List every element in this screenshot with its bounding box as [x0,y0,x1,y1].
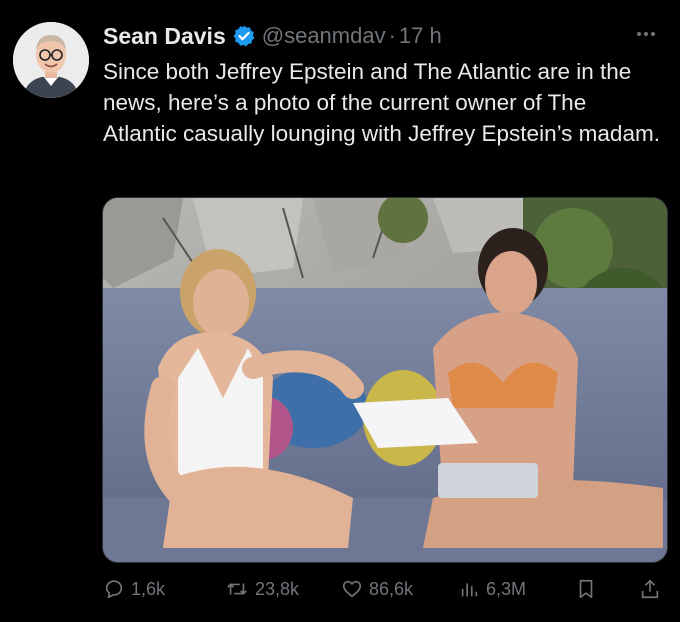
timestamp[interactable]: 17 h [399,23,442,49]
share-button[interactable] [639,572,667,606]
repost-icon [227,583,247,595]
more-horizontal-icon[interactable] [632,26,660,42]
author-handle[interactable]: @seanmdav [262,23,386,49]
like-count: 86,6k [369,578,414,599]
reply-icon [105,580,123,599]
separator-dot: · [388,23,396,48]
share-icon [641,579,659,599]
views-button[interactable]: 6,3M [458,572,526,606]
bookmark-button[interactable] [575,572,603,606]
action-bar: 1,6k 23,8k 86,6k 6,3M [103,572,667,606]
author-display-name[interactable]: Sean Davis [103,23,226,50]
views-icon [461,583,478,597]
reply-count: 1,6k [131,578,166,599]
verified-badge-icon [232,24,256,48]
like-button[interactable]: 86,6k [341,572,413,606]
like-icon [342,580,362,598]
tweet[interactable]: Sean Davis @seanmdav · 17 h Since both J… [0,0,680,622]
views-count: 6,3M [486,578,527,599]
avatar[interactable] [13,22,89,98]
reply-button[interactable]: 1,6k [103,572,165,606]
bookmark-icon [579,579,593,599]
repost-count: 23,8k [255,578,300,599]
tweet-text: Since both Jeffrey Epstein and The Atlan… [103,59,660,146]
repost-button[interactable]: 23,8k [225,572,299,606]
attached-photo[interactable] [102,197,668,563]
tweet-header: Sean Davis @seanmdav · 17 h [103,20,442,52]
